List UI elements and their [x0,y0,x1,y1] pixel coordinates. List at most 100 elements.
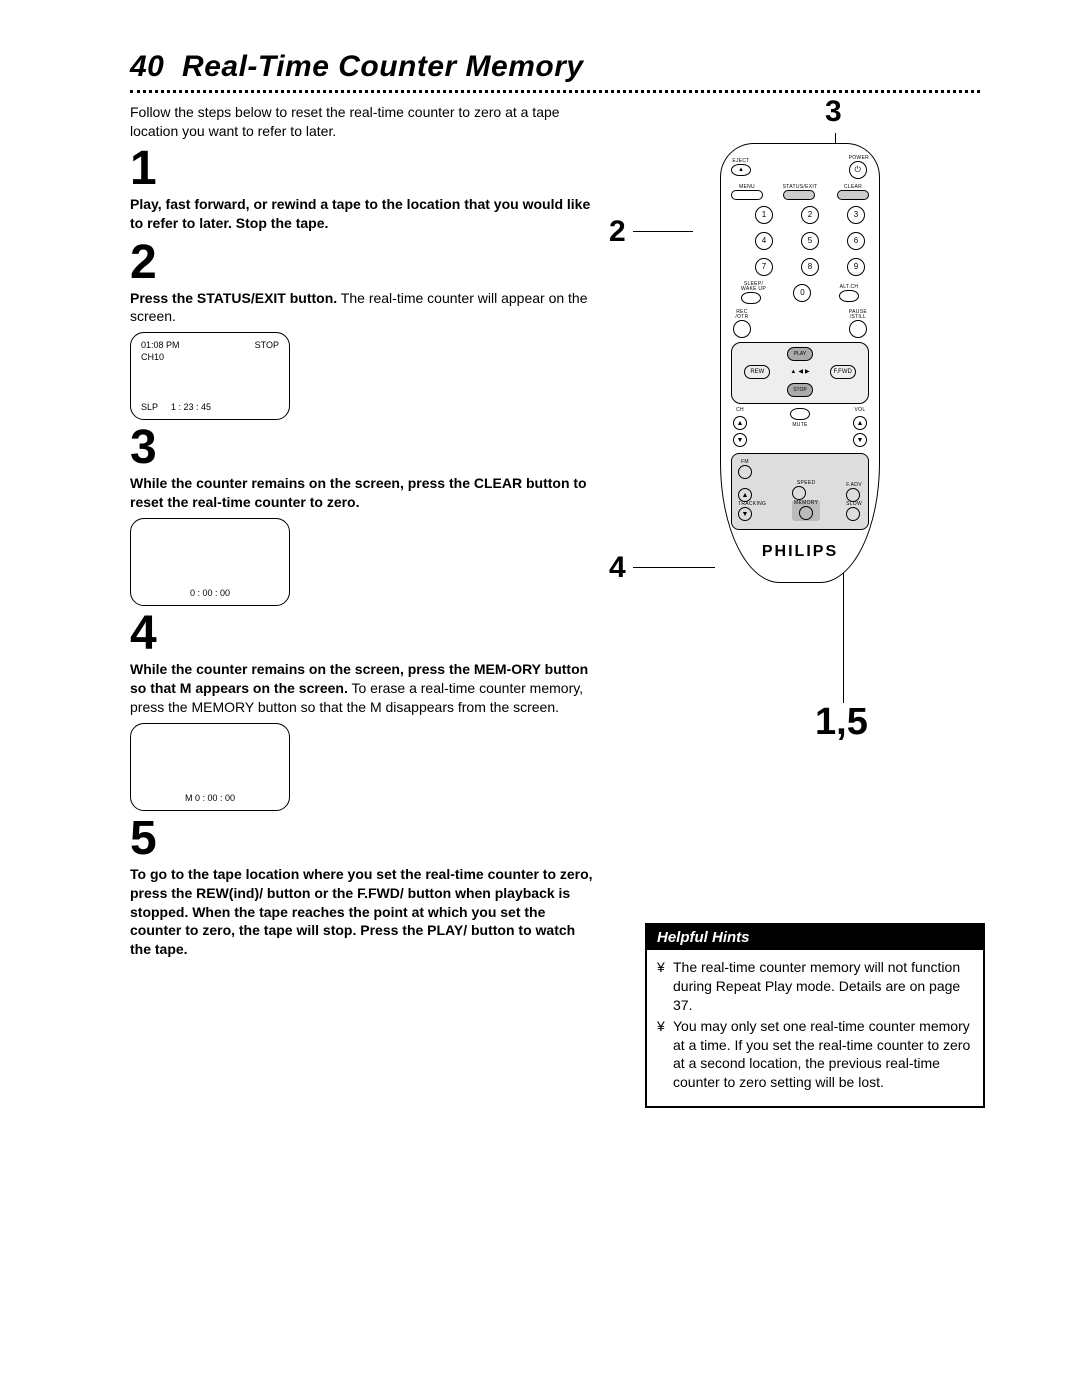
fm-button[interactable] [738,465,752,479]
hints-body: ¥ The real-time counter memory will not … [647,950,983,1106]
clear-button[interactable] [837,190,869,200]
osd-channel: CH10 [141,351,164,363]
menu-button[interactable] [731,190,763,200]
remote-diagram: EJECT ▲ POWER ⏻ MENU [700,143,900,583]
speed-label: SPEED [792,481,820,486]
num-5[interactable]: 5 [801,232,819,250]
eject-button[interactable]: ▲ [731,164,751,176]
fadv-button[interactable] [846,488,860,502]
manual-page: 40 Real-Time Counter Memory Follow the s… [0,0,1080,1168]
stop-button[interactable]: STOP [787,383,813,397]
fm-label: FM [738,460,752,465]
step-number-4: 4 [130,610,595,658]
altch-button[interactable] [839,290,859,302]
left-column: Follow the steps below to reset the real… [130,103,595,1108]
bullet-icon: ¥ [657,1017,673,1093]
intro-text: Follow the steps below to reset the real… [130,103,595,141]
callout-3: 3 [825,95,842,129]
rec-button[interactable] [733,320,751,338]
tracking-down[interactable]: ▼ [738,507,752,521]
num-7[interactable]: 7 [755,258,773,276]
mute-label: MUTE [792,423,807,428]
divider [130,90,980,93]
num-8[interactable]: 8 [801,258,819,276]
num-0[interactable]: 0 [793,284,811,302]
tracking-up[interactable]: ▲ [738,488,752,502]
hint-text: You may only set one real-time counter m… [673,1017,973,1093]
pause-label: PAUSE /STILL [849,310,867,320]
callout-1-5: 1,5 [815,701,868,744]
osd-screen-3: M 0 : 00 : 00 [130,723,290,811]
osd-counter-memory: M 0 : 00 : 00 [131,792,289,804]
number-pad: 1 2 3 4 5 6 7 8 9 [755,206,845,276]
sleep-label: SLEEP/ WAKE UP [741,282,766,292]
num-9[interactable]: 9 [847,258,865,276]
power-label: POWER [849,156,869,161]
slow-button[interactable] [846,507,860,521]
nav-left-icon: ◀ [798,369,803,375]
rec-label: REC /OTR [733,310,751,320]
step-number-5: 5 [130,815,595,863]
vol-label: VOL [855,408,866,413]
mute-button[interactable] [790,408,810,420]
nav-up-icon: ▲ [790,369,796,375]
brand-logo: PHILIPS [731,544,869,560]
rew-button[interactable]: REW [744,365,770,379]
pause-button[interactable] [849,320,867,338]
osd-status: STOP [255,339,279,351]
step-2-body: Press the STATUS/EXIT button. The real-t… [130,289,595,327]
step-number-3: 3 [130,424,595,472]
hints-title: Helpful Hints [647,925,983,950]
osd-counter-zero: 0 : 00 : 00 [131,587,289,599]
page-title: 40 Real-Time Counter Memory [130,50,980,84]
num-4[interactable]: 4 [755,232,773,250]
num-6[interactable]: 6 [847,232,865,250]
ch-up[interactable]: ▲ [733,416,747,430]
callout-2: 2 [609,215,626,249]
callout-4: 4 [609,551,626,585]
right-column: 3 2 4 1,5 EJECT ▲ P [615,103,985,1108]
leader-line [633,231,693,232]
helpful-hints-box: Helpful Hints ¥ The real-time counter me… [645,923,985,1108]
hint-item: ¥ You may only set one real-time counter… [657,1017,973,1093]
fadv-label: F.ADV [846,483,862,488]
memory-button[interactable] [799,506,813,520]
play-button[interactable]: PLAY [787,347,813,361]
step-number-1: 1 [130,145,595,193]
transport-cluster: PLAY REW ▲ ◀ ▶ F.FWD STOP [731,342,869,404]
nav-right-icon: ▶ [805,369,810,375]
osd-speed: SLP [141,401,158,413]
step-4-body: While the counter remains on the screen,… [130,660,595,717]
vol-down[interactable]: ▼ [853,433,867,447]
status-exit-button[interactable] [783,190,815,200]
sleep-button[interactable] [741,292,761,304]
ffwd-button[interactable]: F.FWD [830,365,856,379]
status-exit-label: STATUS/EXIT [783,185,818,190]
osd-time: 01:08 PM [141,339,180,351]
memory-label: MEMORY [794,501,818,506]
power-button[interactable]: ⏻ [849,161,867,179]
ch-label: CH [736,408,744,413]
content-columns: Follow the steps below to reset the real… [130,103,980,1108]
step-3-body: While the counter remains on the screen,… [130,474,595,512]
num-1[interactable]: 1 [755,206,773,224]
step-number-2: 2 [130,239,595,287]
remote-body: EJECT ▲ POWER ⏻ MENU [720,143,880,583]
speed-button[interactable] [792,486,806,500]
bullet-icon: ¥ [657,958,673,1015]
step-1-body: Play, fast forward, or rewind a tape to … [130,195,595,233]
vol-up[interactable]: ▲ [853,416,867,430]
num-3[interactable]: 3 [847,206,865,224]
num-2[interactable]: 2 [801,206,819,224]
tracking-label: TRACKING [738,502,766,507]
ch-vol-row: CH ▲ ▼ MUTE VOL ▲ ▼ [733,408,867,447]
osd-screen-2: 0 : 00 : 00 [130,518,290,606]
altch-label: ALT.CH [839,285,859,290]
ch-down[interactable]: ▼ [733,433,747,447]
osd-screen-1: 01:08 PM STOP CH10 SLP 1 : 23 : 45 [130,332,290,420]
hint-item: ¥ The real-time counter memory will not … [657,958,973,1015]
slow-label: SLOW [846,502,862,507]
eject-label: EJECT [731,159,751,164]
lower-panel: FM ▲ TRACKING ▼ SP [731,453,869,530]
step-5-body: To go to the tape location where you set… [130,865,595,959]
